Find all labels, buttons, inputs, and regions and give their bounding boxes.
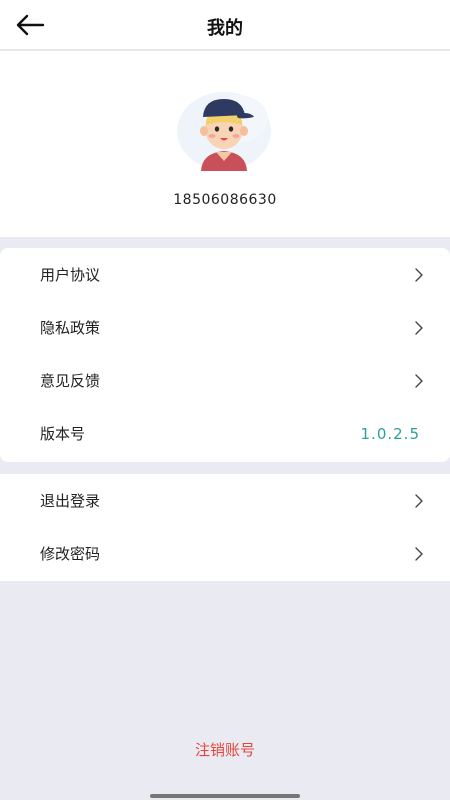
home-indicator[interactable]	[150, 794, 300, 798]
feedback-item[interactable]: 意见反馈	[0, 354, 450, 407]
menu-item-label: 隐私政策	[40, 319, 101, 337]
deregister-account-button[interactable]: 注销账号	[0, 739, 450, 760]
chevron-right-icon	[415, 493, 423, 508]
chevron-right-icon	[415, 373, 423, 388]
user-avatar-icon	[177, 92, 271, 171]
user-agreement-item[interactable]: 用户协议	[0, 248, 450, 301]
change-password-item[interactable]: 修改密码	[0, 527, 450, 580]
phone-number: 18506086630	[173, 192, 277, 208]
privacy-policy-item[interactable]: 隐私政策	[0, 301, 450, 354]
account-card: 退出登录 修改密码	[0, 474, 450, 581]
avatar[interactable]	[176, 91, 274, 171]
version-number: 1.0.2.5	[360, 424, 420, 443]
menu-item-label: 修改密码	[40, 545, 101, 563]
menu-item-label: 用户协议	[40, 266, 101, 284]
chevron-right-icon	[415, 320, 423, 335]
profile-section: 18506086630	[0, 51, 450, 237]
chevron-right-icon	[415, 267, 423, 282]
top-bar: 我的	[0, 0, 450, 50]
logout-item[interactable]: 退出登录	[0, 474, 450, 527]
chevron-right-icon	[415, 546, 423, 561]
menu-item-label: 意见反馈	[40, 372, 101, 390]
menu-item-label: 版本号	[40, 425, 86, 443]
page-title: 我的	[207, 18, 243, 39]
settings-card: 用户协议 隐私政策 意见反馈 版本号 1.0.2.5	[0, 248, 450, 462]
version-item: 版本号 1.0.2.5	[0, 407, 450, 460]
menu-item-label: 退出登录	[40, 492, 101, 510]
